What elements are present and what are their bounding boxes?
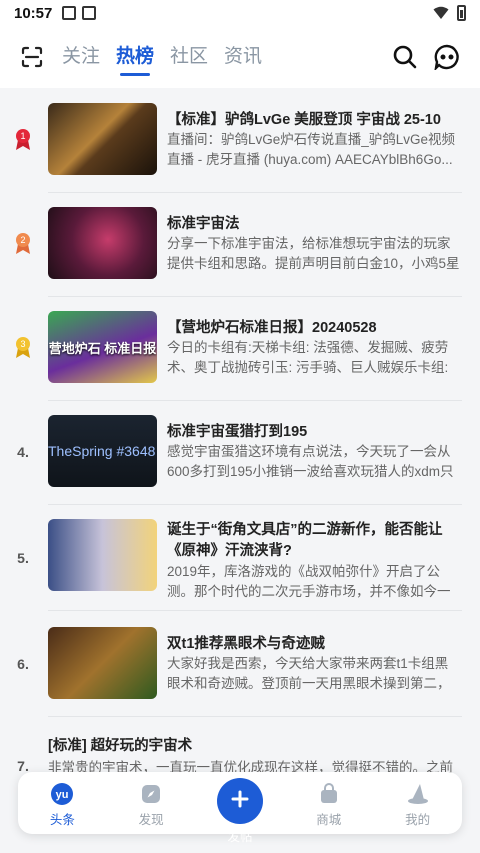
divider <box>48 504 462 505</box>
item-title: 标准宇宙法 <box>167 216 240 232</box>
top-nav: 关注 热榜 社区 资讯 <box>0 26 480 88</box>
nav-label: 我的 <box>405 813 431 827</box>
thumbnail-image <box>48 103 157 175</box>
list-item[interactable]: 5. 诞生于“街角文具店”的二游新作，能否能让《原神》汗流浃背? 2019年，库… <box>0 518 480 610</box>
rank-medal-icon: 2 <box>16 233 30 254</box>
item-description: 大家好我是西索，今天给大家带来两套t1卡组黑眼术和奇迹贼。登顶前一天用黑眼术操到… <box>167 656 451 691</box>
list-item[interactable]: 6. 双t1推荐黑眼术与奇迹贼 大家好我是西索，今天给大家带来两套t1卡组黑眼术… <box>0 626 480 716</box>
nav-profile[interactable]: 我的 <box>383 782 453 828</box>
message-icon[interactable] <box>434 44 460 70</box>
thumbnail-image <box>48 207 157 279</box>
item-title: 双t1推荐黑眼术与奇迹贼 <box>167 636 325 652</box>
tab-hot-list[interactable]: 热榜 <box>116 41 154 76</box>
nav-post-button[interactable]: 发帖 <box>205 778 275 844</box>
rank-medal-icon: 3 <box>16 337 30 358</box>
tab-news[interactable]: 资讯 <box>224 41 262 74</box>
headline-icon: yu <box>51 783 74 805</box>
divider <box>48 296 462 297</box>
nav-discover[interactable]: 发现 <box>116 782 186 828</box>
shopping-bag-icon <box>320 783 337 803</box>
item-title: 标准宇宙蛋猎打到195 <box>167 424 308 440</box>
item-description: 感觉宇宙蛋猎这环境有点说法，今天玩了一会从600多打到195小推销一波给喜欢玩猎… <box>167 444 454 479</box>
wizard-hat-icon <box>407 784 428 804</box>
list-item[interactable]: 3 营地炉石 标准日报 【营地炉石标准日报】20240528 今日的卡组有:天梯… <box>0 310 480 400</box>
status-time: 10:57 <box>14 4 53 22</box>
battery-icon <box>457 5 466 21</box>
svg-text:yu: yu <box>56 789 69 801</box>
nav-label: 发帖 <box>227 830 253 844</box>
plus-icon <box>216 778 263 824</box>
status-bar: 10:57 <box>0 0 480 26</box>
rank-number: 5. <box>17 550 29 566</box>
nav-shop[interactable]: 商城 <box>294 782 364 828</box>
thumbnail-image <box>48 519 157 591</box>
search-icon[interactable] <box>392 44 418 70</box>
scan-icon[interactable] <box>20 45 44 69</box>
list-item[interactable]: 2 标准宇宙法 分享一下标准宇宙法，给标准想玩宇宙法的玩家提供卡组和思路。提前声… <box>0 206 480 296</box>
thumbnail-image <box>48 627 157 699</box>
rank-medal-icon: 1 <box>16 129 30 150</box>
nav-label: 商城 <box>316 813 342 827</box>
thumbnail-image: 营地炉石 标准日报 <box>48 311 157 383</box>
list-item[interactable]: 4. TheSpring #3648 标准宇宙蛋猎打到195 感觉宇宙蛋猎这环境… <box>0 414 480 504</box>
rank-number: 4. <box>17 444 29 460</box>
tab-follow[interactable]: 关注 <box>62 41 100 74</box>
item-title: 诞生于“街角文具店”的二游新作，能否能让《原神》汗流浃背? <box>167 522 443 559</box>
item-title: [标准] 超好玩的宇宙术 <box>48 738 193 754</box>
wifi-icon <box>433 6 449 19</box>
divider <box>48 716 462 717</box>
thumbnail-caption: TheSpring #3648 <box>48 443 156 459</box>
svg-text:2: 2 <box>20 235 25 245</box>
divider <box>48 192 462 193</box>
divider <box>48 610 462 611</box>
font-notification-icon <box>82 6 97 20</box>
nav-label: 头条 <box>49 813 75 827</box>
list-item[interactable]: 1 【标准】驴鸽LvGe 美服登顶 宇宙战 25-10 直播间：驴鸽LvGe炉石… <box>0 102 480 192</box>
thumbnail-caption: 营地炉石 标准日报 <box>48 340 157 356</box>
item-description: 直播间：驴鸽LvGe炉石传说直播_驴鸽LvGe视频直播 - 虎牙直播 (huya… <box>167 132 456 167</box>
rank-number: 6. <box>17 656 29 672</box>
item-title: 【营地炉石标准日报】20240528 <box>167 320 377 336</box>
bottom-nav: yu 头条 发现 发帖 商城 我的 <box>18 772 462 844</box>
item-description: 今日的卡组有:天梯卡组: 法强德、发掘贼、疲劳术、奥丁战抛砖引玉: 污手骑、巨人… <box>167 340 449 375</box>
nav-label: 发现 <box>138 813 164 827</box>
item-description: 2019年，库洛游戏的《战双帕弥什》开启了公测。那个时代的二次元手游市场，并不像… <box>167 564 451 599</box>
hot-list-feed[interactable]: 1 【标准】驴鸽LvGe 美服登顶 宇宙战 25-10 直播间：驴鸽LvGe炉石… <box>0 88 480 853</box>
compass-icon <box>142 785 161 803</box>
thumbnail-image: TheSpring #3648 <box>48 415 157 487</box>
divider <box>48 400 462 401</box>
item-title: 【标准】驴鸽LvGe 美服登顶 宇宙战 25-10 <box>167 112 441 128</box>
nav-headline[interactable]: yu 头条 <box>27 782 97 828</box>
gallery-notification-icon <box>62 6 77 20</box>
svg-text:1: 1 <box>20 131 25 141</box>
item-description: 分享一下标准宇宙法，给标准想玩宇宙法的玩家提供卡组和思路。提前声明目前白金10，… <box>167 236 460 271</box>
tab-community[interactable]: 社区 <box>170 41 208 74</box>
svg-text:3: 3 <box>20 339 25 349</box>
